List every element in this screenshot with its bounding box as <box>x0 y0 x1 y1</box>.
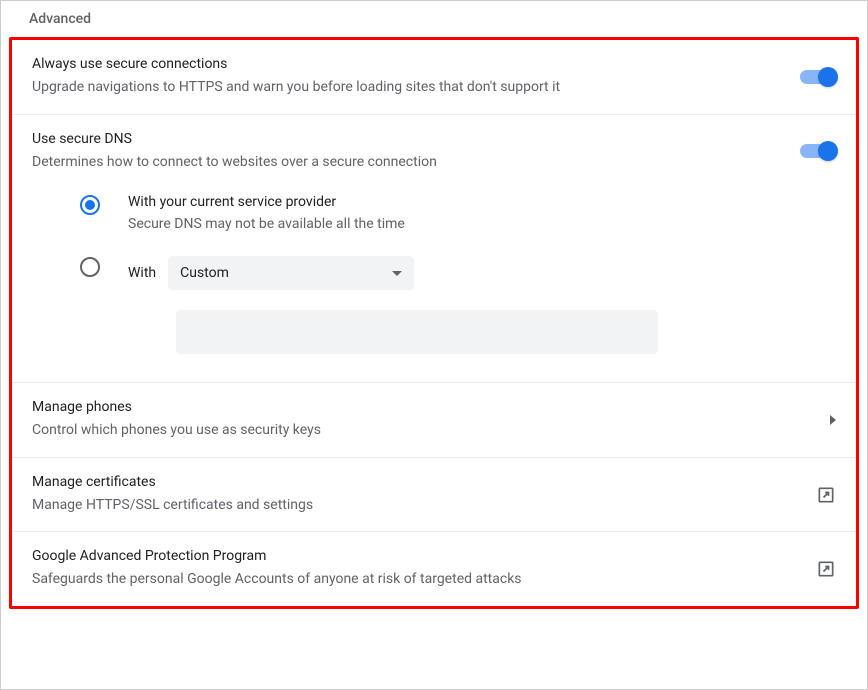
dropdown-value: Custom <box>180 265 229 281</box>
secure-dns-custom-input[interactable] <box>176 310 658 354</box>
radio-current-provider[interactable] <box>80 195 100 215</box>
open-external-icon <box>816 485 836 505</box>
radio-row-custom: With Custom <box>80 256 836 354</box>
setting-title: Manage phones <box>32 399 806 415</box>
setting-title: Always use secure connections <box>32 56 776 72</box>
settings-panel: Advanced Always use secure connections U… <box>0 0 868 690</box>
setting-manage-certificates[interactable]: Manage certificates Manage HTTPS/SSL cer… <box>12 458 856 533</box>
radio-row-current-provider: With your current service provider Secur… <box>80 194 836 232</box>
setting-secure-dns: Use secure DNS Determines how to connect… <box>12 115 856 384</box>
radio-prefix-label: With <box>128 265 156 281</box>
setting-advanced-protection[interactable]: Google Advanced Protection Program Safeg… <box>12 532 856 606</box>
section-header-advanced: Advanced <box>9 1 859 33</box>
setting-text: Manage certificates Manage HTTPS/SSL cer… <box>32 474 792 516</box>
custom-input-wrap <box>128 296 836 354</box>
setting-text: Google Advanced Protection Program Safeg… <box>32 548 792 590</box>
secure-dns-provider-dropdown[interactable]: Custom <box>168 256 414 290</box>
section-header-label: Advanced <box>29 11 91 27</box>
setting-desc: Safeguards the personal Google Accounts … <box>32 570 792 590</box>
toggle-knob <box>818 141 838 161</box>
radio-content: With your current service provider Secur… <box>128 194 836 232</box>
setting-text: Always use secure connections Upgrade na… <box>32 56 776 98</box>
custom-with-row: With Custom <box>128 256 836 290</box>
secure-dns-radio-group: With your current service provider Secur… <box>12 180 856 354</box>
secure-dns-header: Use secure DNS Determines how to connect… <box>12 115 856 181</box>
setting-text: Manage phones Control which phones you u… <box>32 399 806 441</box>
setting-manage-phones[interactable]: Manage phones Control which phones you u… <box>12 383 856 458</box>
toggle-secure-dns[interactable] <box>800 144 836 158</box>
setting-title: Use secure DNS <box>32 131 776 147</box>
setting-secure-connections: Always use secure connections Upgrade na… <box>12 40 856 115</box>
advanced-settings-highlight: Always use secure connections Upgrade na… <box>9 37 859 609</box>
setting-desc: Control which phones you use as security… <box>32 421 806 441</box>
setting-title: Google Advanced Protection Program <box>32 548 792 564</box>
open-external-icon <box>816 559 836 579</box>
content-wrap: Advanced Always use secure connections U… <box>1 1 867 689</box>
radio-content: With Custom <box>128 256 836 354</box>
setting-text: Use secure DNS Determines how to connect… <box>32 131 776 173</box>
radio-desc: Secure DNS may not be available all the … <box>128 216 836 232</box>
setting-desc: Manage HTTPS/SSL certificates and settin… <box>32 496 792 516</box>
caret-right-icon <box>830 415 836 425</box>
setting-desc: Upgrade navigations to HTTPS and warn yo… <box>32 78 776 98</box>
toggle-secure-connections[interactable] <box>800 70 836 84</box>
setting-title: Manage certificates <box>32 474 792 490</box>
toggle-knob <box>818 67 838 87</box>
chevron-down-icon <box>392 271 402 276</box>
setting-desc: Determines how to connect to websites ov… <box>32 153 776 173</box>
radio-label: With your current service provider <box>128 194 836 210</box>
radio-custom[interactable] <box>80 257 100 277</box>
